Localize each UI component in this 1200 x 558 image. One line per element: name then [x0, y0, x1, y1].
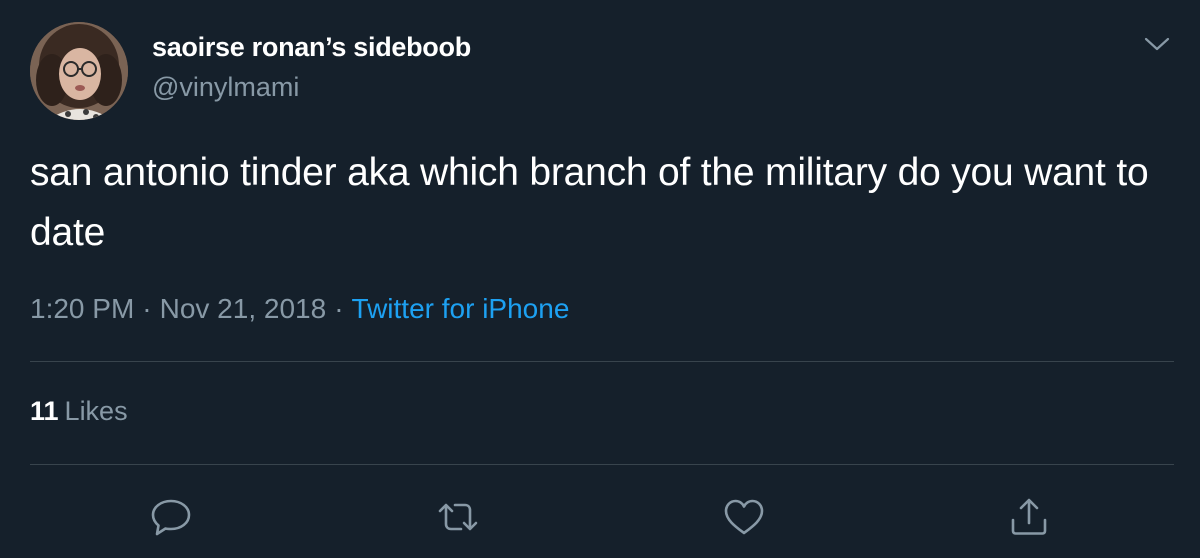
avatar[interactable]	[30, 22, 128, 120]
tweet-meta: 1:20 PM · Nov 21, 2018 · Twitter for iPhone	[30, 293, 569, 325]
heart-icon	[724, 499, 764, 535]
like-button[interactable]	[722, 496, 766, 538]
share-icon	[1011, 498, 1047, 535]
retweet-button[interactable]	[436, 496, 480, 538]
avatar-image	[30, 22, 128, 120]
user-handle[interactable]: @vinylmami	[152, 72, 299, 103]
user-display-name[interactable]: saoirse ronan’s sideboob	[152, 32, 471, 63]
tweet-date[interactable]: Nov 21, 2018	[160, 293, 327, 324]
likes-count: 11	[30, 396, 59, 426]
meta-separator: ·	[334, 293, 344, 324]
divider	[30, 361, 1174, 362]
tweet-source-link[interactable]: Twitter for iPhone	[352, 293, 570, 324]
tweet-text: san antonio tinder aka which branch of t…	[30, 151, 1149, 254]
tweet-time[interactable]: 1:20 PM	[30, 293, 134, 324]
chevron-down-icon[interactable]	[1142, 32, 1172, 56]
meta-separator: ·	[142, 293, 152, 324]
likes-label: Likes	[64, 396, 128, 426]
tweet-card: saoirse ronan’s sideboob @vinylmami san …	[0, 0, 1200, 558]
retweet-icon	[438, 503, 478, 531]
divider	[30, 464, 1174, 465]
reply-button[interactable]	[149, 496, 193, 538]
reply-icon	[151, 499, 191, 536]
share-button[interactable]	[1007, 496, 1051, 538]
likes-stat[interactable]: 11 Likes	[30, 396, 128, 427]
